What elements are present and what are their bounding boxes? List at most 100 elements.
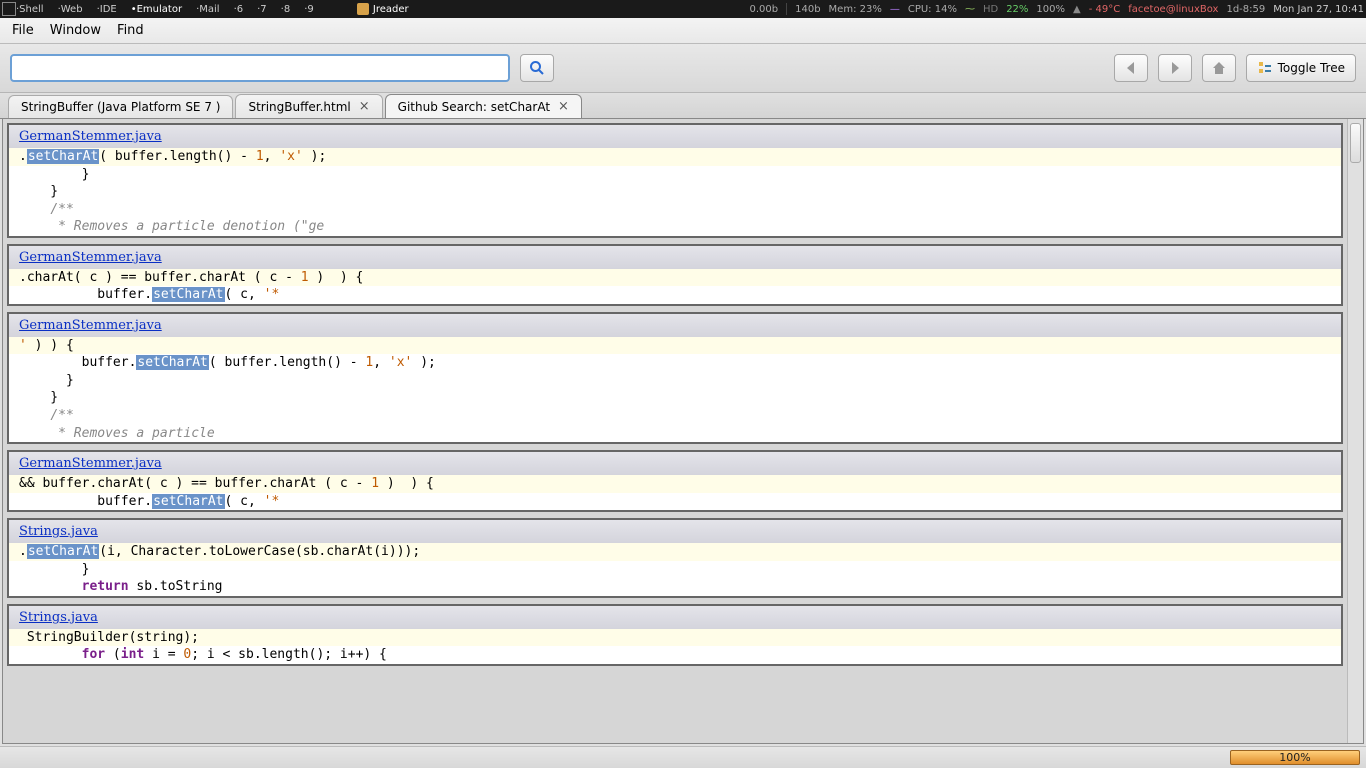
scrollbar-thumb[interactable] <box>1350 123 1361 163</box>
highlight-match: setCharAt <box>27 544 99 559</box>
search-input[interactable] <box>10 54 510 82</box>
active-window-title: Jreader <box>357 3 409 15</box>
uptime: 1d-8:59 <box>1226 4 1265 15</box>
search-result: GermanStemmer.java ' ) ) { buffer.setChar… <box>7 312 1343 444</box>
tab-label: StringBuffer (Java Platform SE 7 ) <box>21 100 220 114</box>
code-line: } <box>9 183 1341 201</box>
result-file-link[interactable]: Strings.java <box>19 610 98 625</box>
status-bar: 100% <box>0 746 1366 768</box>
menu-bar: File Window Find <box>0 18 1366 44</box>
workspace-web[interactable]: ·Web <box>58 4 83 15</box>
search-result: GermanStemmer.java .setCharAt( buffer.len… <box>7 123 1343 238</box>
battery: 100% <box>1036 4 1065 15</box>
code-line: } <box>9 372 1341 390</box>
result-header: Strings.java <box>9 606 1341 629</box>
hd-label: HD <box>983 4 998 15</box>
workspace-9[interactable]: ·9 <box>304 4 314 15</box>
workspace-ide[interactable]: ·IDE <box>97 4 117 15</box>
cpu: CPU: 14% <box>908 4 957 15</box>
mem: Mem: 23% <box>829 4 882 15</box>
result-header: GermanStemmer.java <box>9 314 1341 337</box>
system-tray: ·Shell ·Web ·IDE •Emulator ·Mail ·6 ·7 ·8 ·9 Jre… <box>0 0 1366 18</box>
net-up: 140b <box>795 4 820 15</box>
highlight-match: setCharAt <box>136 355 208 370</box>
code-snippet: && buffer.charAt( c ) == buffer.charAt (… <box>9 475 1341 510</box>
progress-label: 100% <box>1279 751 1310 764</box>
code-snippet: StringBuilder(string); for (int i = 0; i… <box>9 629 1341 664</box>
workspace-shell[interactable]: ·Shell <box>16 4 44 15</box>
search-results: GermanStemmer.java .setCharAt( buffer.len… <box>3 119 1347 743</box>
temperature: - 49°C <box>1089 4 1121 15</box>
highlight-match: setCharAt <box>27 149 99 164</box>
workspace-6[interactable]: ·6 <box>234 4 244 15</box>
code-line: ' ) ) { <box>9 337 1341 355</box>
close-icon[interactable]: × <box>359 99 370 114</box>
tree-icon <box>1257 60 1273 76</box>
back-button[interactable] <box>1114 54 1148 82</box>
home-icon <box>1211 60 1227 76</box>
result-file-link[interactable]: GermanStemmer.java <box>19 318 162 333</box>
clock: Mon Jan 27, 10:41 <box>1273 4 1364 15</box>
search-result: GermanStemmer.java .charAt( c ) == buffer… <box>7 244 1343 306</box>
code-line: buffer.setCharAt( c, '* <box>9 493 1341 511</box>
up-triangle-icon: ▲ <box>1073 4 1081 15</box>
net-down: 0.00b <box>749 4 778 15</box>
workspace-emulator[interactable]: •Emulator <box>131 4 182 15</box>
code-line: * Removes a particle <box>9 425 1341 443</box>
toolbar: Toggle Tree <box>0 44 1366 93</box>
result-header: GermanStemmer.java <box>9 246 1341 269</box>
workspace-mail[interactable]: ·Mail <box>196 4 220 15</box>
code-line: buffer.setCharAt( c, '* <box>9 286 1341 304</box>
forward-button[interactable] <box>1158 54 1192 82</box>
code-line: /** <box>9 407 1341 425</box>
user-host: facetoe@linuxBox <box>1128 4 1218 15</box>
code-line: * Removes a particle denotion ("ge <box>9 218 1341 236</box>
code-line: return sb.toString <box>9 578 1341 596</box>
progress-bar: 100% <box>1230 750 1360 765</box>
workspace-grid-icon <box>2 2 16 16</box>
search-result: Strings.java StringBuilder(string); for … <box>7 604 1343 666</box>
tab-label: StringBuffer.html <box>248 100 350 114</box>
menu-file[interactable]: File <box>8 21 38 40</box>
code-line: && buffer.charAt( c ) == buffer.charAt (… <box>9 475 1341 493</box>
code-line: } <box>9 389 1341 407</box>
toggle-tree-button[interactable]: Toggle Tree <box>1246 54 1356 82</box>
menu-find[interactable]: Find <box>113 21 148 40</box>
tab-0[interactable]: StringBuffer (Java Platform SE 7 ) <box>8 95 233 118</box>
result-header: Strings.java <box>9 520 1341 543</box>
search-result: GermanStemmer.java && buffer.charAt( c ) … <box>7 450 1343 512</box>
code-snippet: .charAt( c ) == buffer.charAt ( c - 1 ) … <box>9 269 1341 304</box>
result-file-link[interactable]: GermanStemmer.java <box>19 456 162 471</box>
vertical-scrollbar[interactable] <box>1347 119 1363 743</box>
code-line: .setCharAt( buffer.length() - 1, 'x' ); <box>9 148 1341 166</box>
code-line: StringBuilder(string); <box>9 629 1341 647</box>
highlight-match: setCharAt <box>152 494 224 509</box>
tab-1[interactable]: StringBuffer.html × <box>235 94 382 118</box>
result-file-link[interactable]: Strings.java <box>19 524 98 539</box>
hd-pct: 22% <box>1006 4 1028 15</box>
code-line: buffer.setCharAt( buffer.length() - 1, '… <box>9 354 1341 372</box>
tab-bar: StringBuffer (Java Platform SE 7 ) String… <box>0 93 1366 119</box>
java-icon <box>357 3 369 15</box>
workspace-8[interactable]: ·8 <box>281 4 291 15</box>
close-icon[interactable]: × <box>558 99 569 114</box>
code-snippet: .setCharAt( buffer.length() - 1, 'x' ); … <box>9 148 1341 236</box>
code-line: for (int i = 0; i < sb.length(); i++) { <box>9 646 1341 664</box>
code-line: } <box>9 166 1341 184</box>
code-line: /** <box>9 201 1341 219</box>
result-file-link[interactable]: GermanStemmer.java <box>19 129 162 144</box>
search-icon <box>529 60 545 76</box>
highlight-match: setCharAt <box>152 287 224 302</box>
back-arrow-icon <box>1123 60 1139 76</box>
code-snippet: .setCharAt(i, Character.toLowerCase(sb.c… <box>9 543 1341 596</box>
code-line: .charAt( c ) == buffer.charAt ( c - 1 ) … <box>9 269 1341 287</box>
app-title: Jreader <box>373 4 409 15</box>
result-header: GermanStemmer.java <box>9 452 1341 475</box>
workspace-7[interactable]: ·7 <box>257 4 267 15</box>
home-button[interactable] <box>1202 54 1236 82</box>
search-button[interactable] <box>520 54 554 82</box>
menu-window[interactable]: Window <box>46 21 105 40</box>
tab-2[interactable]: Github Search: setCharAt × <box>385 94 582 118</box>
result-file-link[interactable]: GermanStemmer.java <box>19 250 162 265</box>
tab-label: Github Search: setCharAt <box>398 100 550 114</box>
